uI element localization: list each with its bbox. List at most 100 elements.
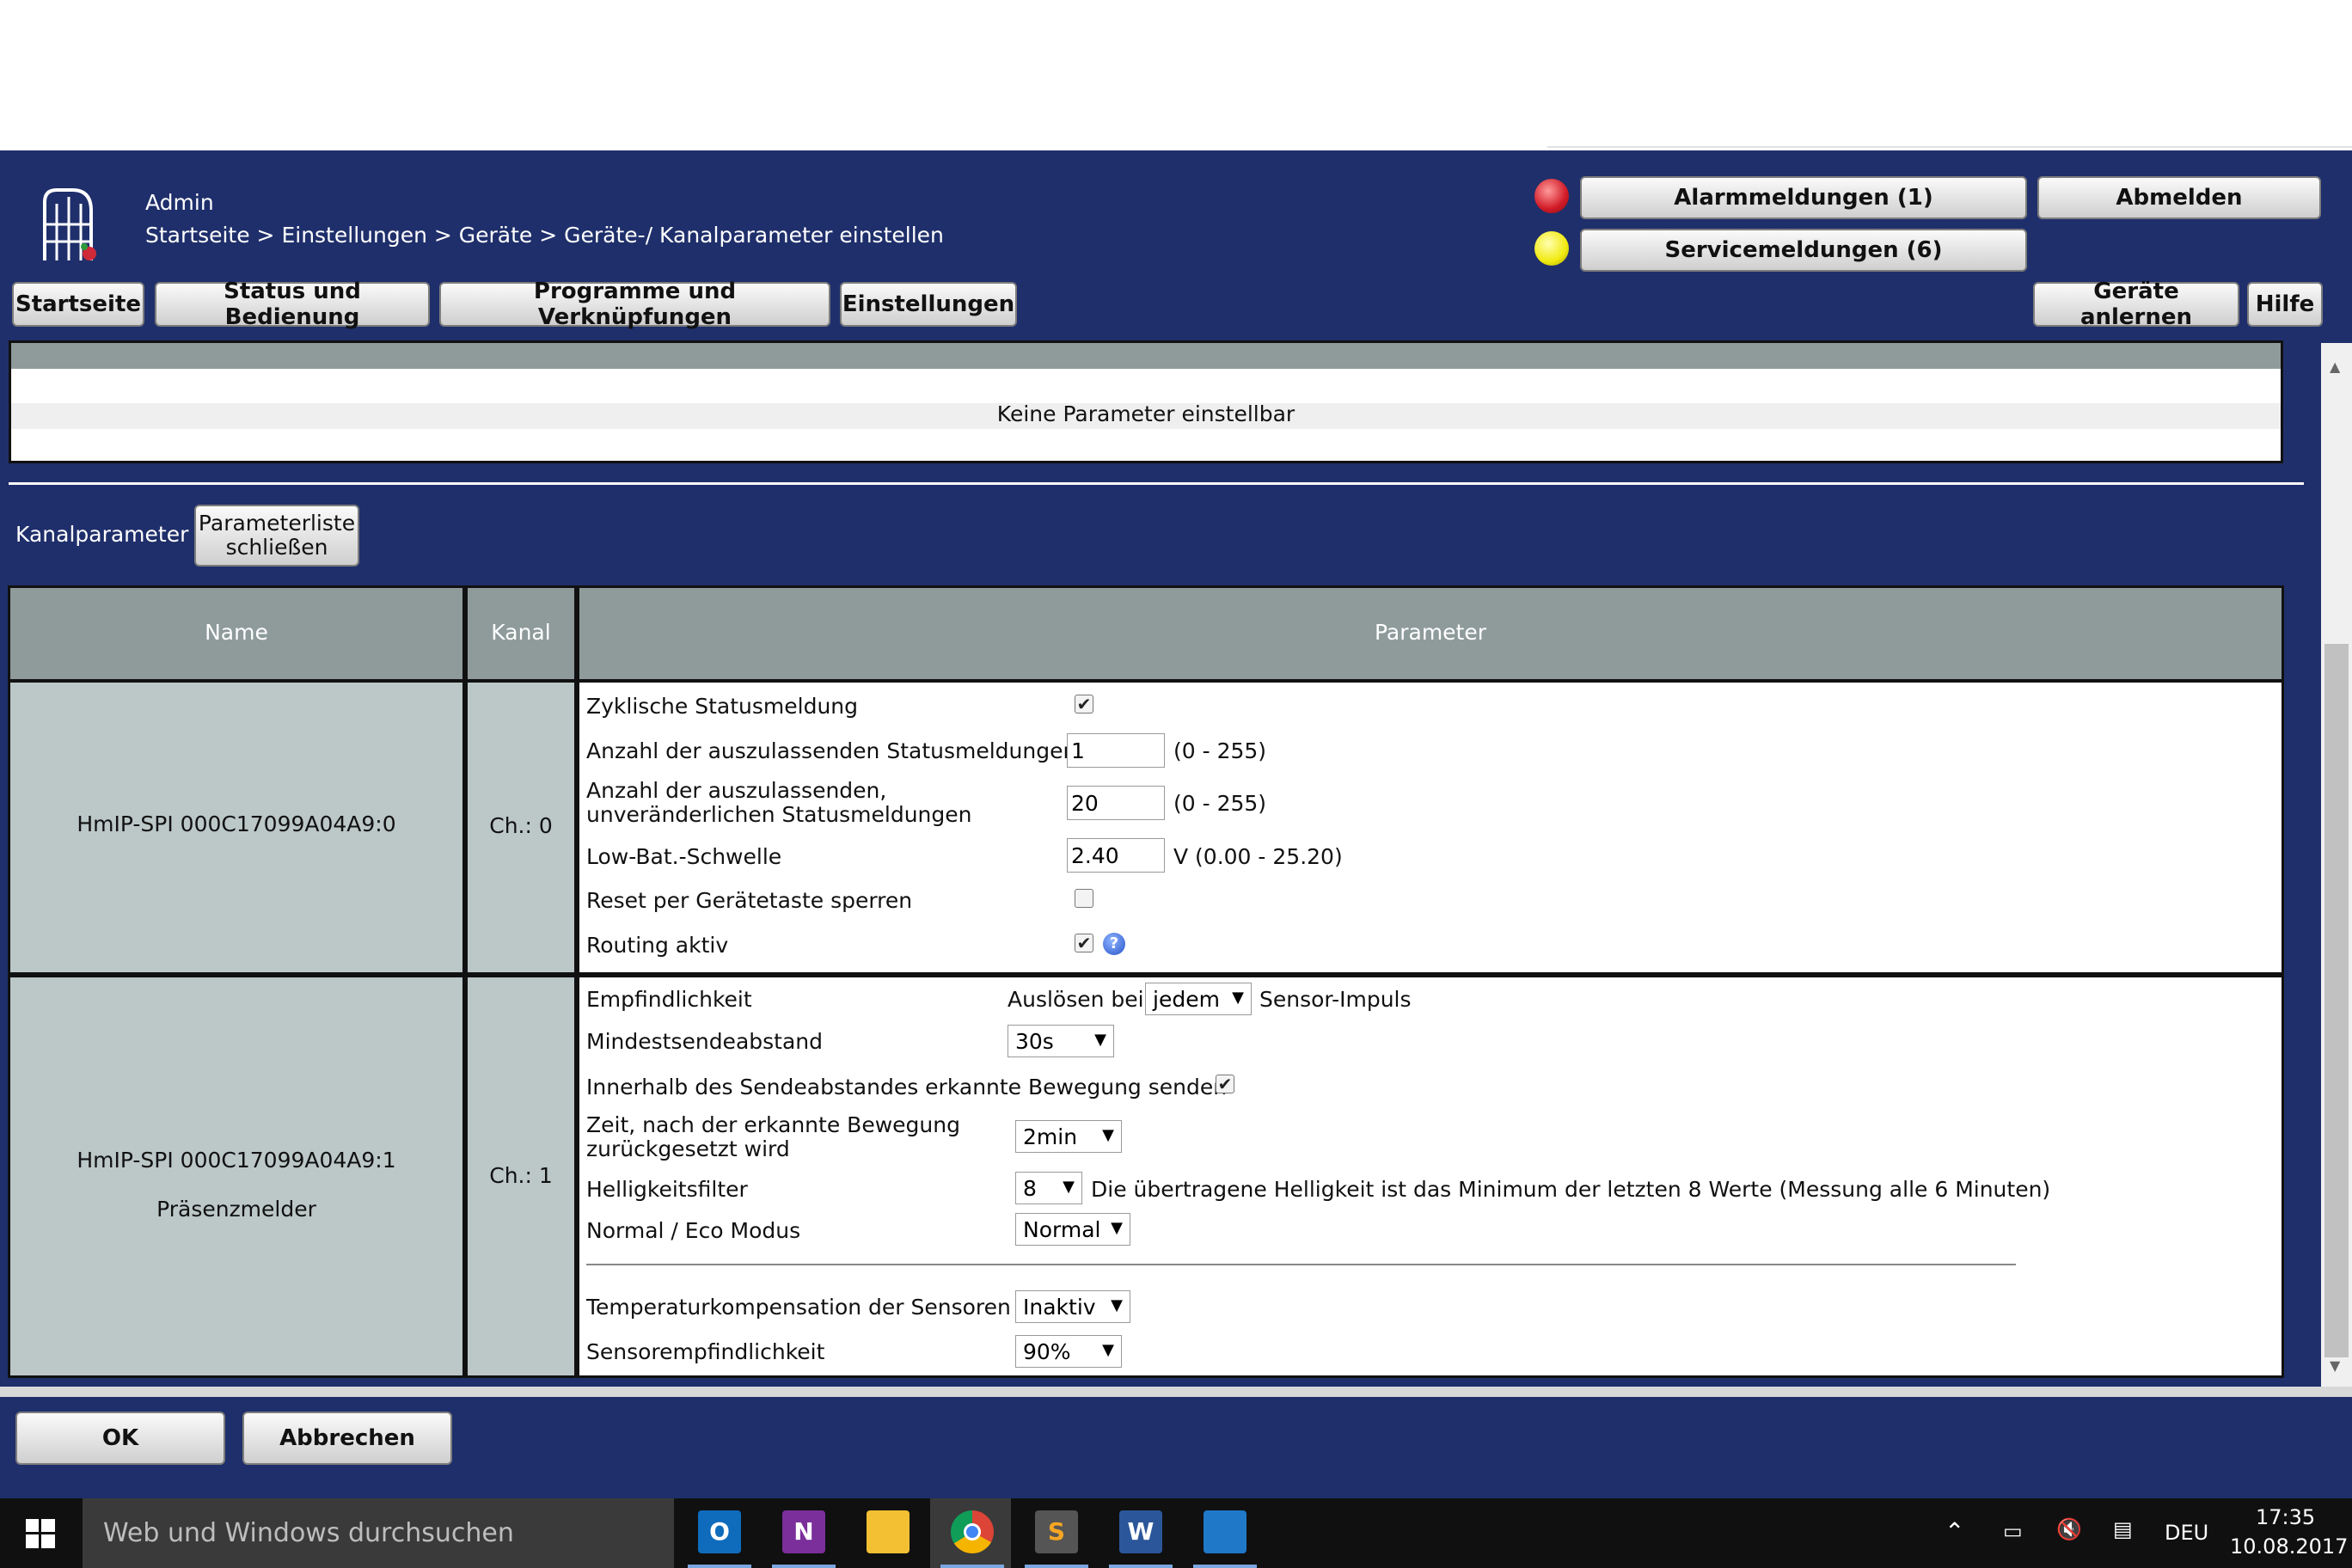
anzahl1-label: Anzahl der auszulassenden Statusmeldunge… — [586, 738, 1077, 763]
channel-params-label: Kanalparameter — [15, 522, 189, 547]
battery-icon[interactable]: ▭ — [2003, 1519, 2023, 1543]
word-active-indicator — [1109, 1565, 1173, 1568]
eco-label: Normal / Eco Modus — [586, 1218, 801, 1243]
routing-label: Routing aktiv — [586, 933, 729, 958]
speaker-muted-icon[interactable]: 🔇 — [2056, 1517, 2082, 1541]
reset-checkbox[interactable] — [1075, 889, 1093, 908]
service-led-icon — [1534, 231, 1569, 266]
lowbat-range: V (0.00 - 25.20) — [1173, 844, 1343, 869]
sublime-active-indicator — [1025, 1565, 1088, 1568]
empf-select[interactable]: jedem ▼ — [1145, 983, 1252, 1015]
zeit-select[interactable]: 2min ▼ — [1015, 1120, 1122, 1153]
anzahl1-input[interactable]: 1 — [1067, 733, 1165, 768]
outlook-active-indicator — [688, 1565, 751, 1568]
close-param-list-button[interactable]: Parameterliste schließen — [194, 505, 359, 567]
chrome-active-indicator — [940, 1565, 1004, 1568]
chevron-up-icon[interactable]: ⌃ — [1945, 1517, 1964, 1546]
scroll-down-icon[interactable]: ▼ — [2330, 1357, 2340, 1374]
row0-param-cell — [579, 683, 2282, 972]
nav-einstellungen[interactable]: Einstellungen — [840, 282, 1017, 327]
chevron-down-icon: ▼ — [1102, 1126, 1114, 1144]
top-divider — [1547, 146, 2352, 148]
empf-suffix: Sensor-Impuls — [1259, 987, 1412, 1012]
onenote-icon[interactable]: N — [782, 1510, 825, 1553]
chevron-down-icon: ▼ — [1232, 989, 1244, 1007]
anzahl2-label-1: Anzahl der auszulassenden, — [586, 778, 887, 803]
sens-select-value: 90% — [1023, 1338, 1071, 1364]
file-explorer-icon[interactable] — [867, 1510, 910, 1553]
sens-select[interactable]: 90% ▼ — [1015, 1335, 1122, 1368]
empf-select-value: jedem — [1153, 986, 1220, 1012]
hell-note: Die übertragene Helligkeit ist das Minim… — [1091, 1177, 2051, 1202]
mail-icon[interactable] — [1204, 1510, 1246, 1553]
hell-select[interactable]: 8 ▼ — [1015, 1172, 1082, 1204]
windows-taskbar: Web und Windows durchsuchen O N S W ⌃ ▭ … — [0, 1498, 2352, 1568]
help-question-icon[interactable]: ? — [1103, 933, 1125, 955]
onenote-active-indicator — [772, 1565, 836, 1568]
anzahl1-range: (0 - 255) — [1173, 738, 1267, 763]
routing-checkbox[interactable]: ✔ — [1075, 934, 1093, 952]
device-params-panel: Keine Parameter einstellbar — [9, 340, 2283, 463]
innerhalb-label: Innerhalb des Sendeabstandes erkannte Be… — [586, 1075, 1228, 1099]
temp-select[interactable]: Inaktiv ▼ — [1015, 1290, 1130, 1323]
row0-device-name: HmIP-SPI 000C17099A04A9:0 — [77, 812, 396, 836]
lowbat-label: Low-Bat.-Schwelle — [586, 844, 782, 869]
content-area: Keine Parameter einstellbar Kanalparamet… — [0, 340, 2321, 1387]
user-name: Admin — [145, 190, 214, 215]
windows-start-icon[interactable] — [26, 1519, 55, 1548]
cancel-button[interactable]: Abbrechen — [242, 1412, 452, 1465]
nav-startseite[interactable]: Startseite — [12, 282, 144, 327]
language-indicator[interactable]: DEU — [2165, 1521, 2208, 1545]
nav-programme[interactable]: Programme und Verknüpfungen — [439, 279, 830, 330]
logout-button[interactable]: Abmelden — [2037, 176, 2321, 219]
col-header-parameter: Parameter — [1374, 620, 1487, 645]
zyklisch-label: Zyklische Statusmeldung — [586, 694, 859, 719]
section-divider — [9, 482, 2304, 485]
chevron-down-icon: ▼ — [1111, 1219, 1123, 1237]
clock-time[interactable]: 17:35 — [2256, 1505, 2315, 1529]
param-separator — [586, 1264, 2016, 1265]
zeit-label-2: zurückgesetzt wird — [586, 1136, 790, 1161]
mindest-select[interactable]: 30s ▼ — [1008, 1025, 1114, 1057]
taskbar-search-input[interactable]: Web und Windows durchsuchen — [83, 1498, 674, 1568]
param-table: Name Kanal Parameter HmIP-SPI 000C17099A… — [8, 585, 2284, 1378]
anzahl2-input[interactable]: 20 — [1067, 786, 1165, 820]
zeit-select-value: 2min — [1023, 1124, 1078, 1149]
empf-prefix: Auslösen bei — [1008, 987, 1144, 1012]
reset-label: Reset per Gerätetaste sperren — [586, 888, 913, 913]
anzahl2-label-2: unveränderlichen Statusmeldungen — [586, 802, 972, 827]
chevron-down-icon: ▼ — [1063, 1178, 1075, 1196]
service-messages-button[interactable]: Servicemeldungen (6) — [1580, 229, 2027, 272]
vertical-scrollbar[interactable]: ▲ ▼ — [2321, 343, 2352, 1387]
nav-status-bedienung[interactable]: Status und Bedienung — [155, 279, 430, 330]
temp-label: Temperaturkompensation der Sensoren — [586, 1295, 1011, 1320]
word-icon[interactable]: W — [1119, 1510, 1162, 1553]
outlook-icon[interactable]: O — [698, 1510, 741, 1553]
anzahl2-range: (0 - 255) — [1173, 791, 1267, 816]
zyklisch-checkbox[interactable]: ✔ — [1075, 695, 1093, 714]
innerhalb-checkbox[interactable]: ✔ — [1216, 1075, 1234, 1093]
eco-select[interactable]: Normal ▼ — [1015, 1213, 1130, 1246]
scroll-up-icon[interactable]: ▲ — [2330, 358, 2340, 375]
row1-device-type: Präsenzmelder — [156, 1197, 316, 1222]
notification-icon[interactable]: ▤ — [2113, 1517, 2133, 1541]
homematic-logo-icon — [34, 185, 103, 266]
learn-devices-button[interactable]: Geräte anlernen — [2033, 279, 2239, 330]
clock-date[interactable]: 10.08.2017 — [2230, 1534, 2348, 1559]
chevron-down-icon: ▼ — [1102, 1341, 1114, 1359]
eco-select-value: Normal — [1023, 1216, 1101, 1242]
alarm-messages-button[interactable]: Alarmmeldungen (1) — [1580, 176, 2027, 219]
footer-strip — [0, 1387, 2352, 1397]
breadcrumb: Startseite > Einstellungen > Geräte > Ge… — [145, 223, 944, 248]
lowbat-input[interactable]: 2.40 — [1067, 838, 1165, 873]
row1-channel: Ch.: 1 — [489, 1163, 553, 1188]
temp-select-value: Inaktiv — [1023, 1294, 1096, 1320]
sens-label: Sensorempfindlichkeit — [586, 1339, 825, 1364]
sublime-icon[interactable]: S — [1035, 1510, 1078, 1553]
col-header-kanal: Kanal — [491, 620, 551, 645]
alarm-led-icon — [1534, 179, 1569, 213]
chrome-icon[interactable] — [951, 1510, 994, 1553]
help-button[interactable]: Hilfe — [2247, 282, 2323, 327]
scrollbar-thumb[interactable] — [2324, 644, 2349, 1357]
ok-button[interactable]: OK — [15, 1412, 225, 1465]
